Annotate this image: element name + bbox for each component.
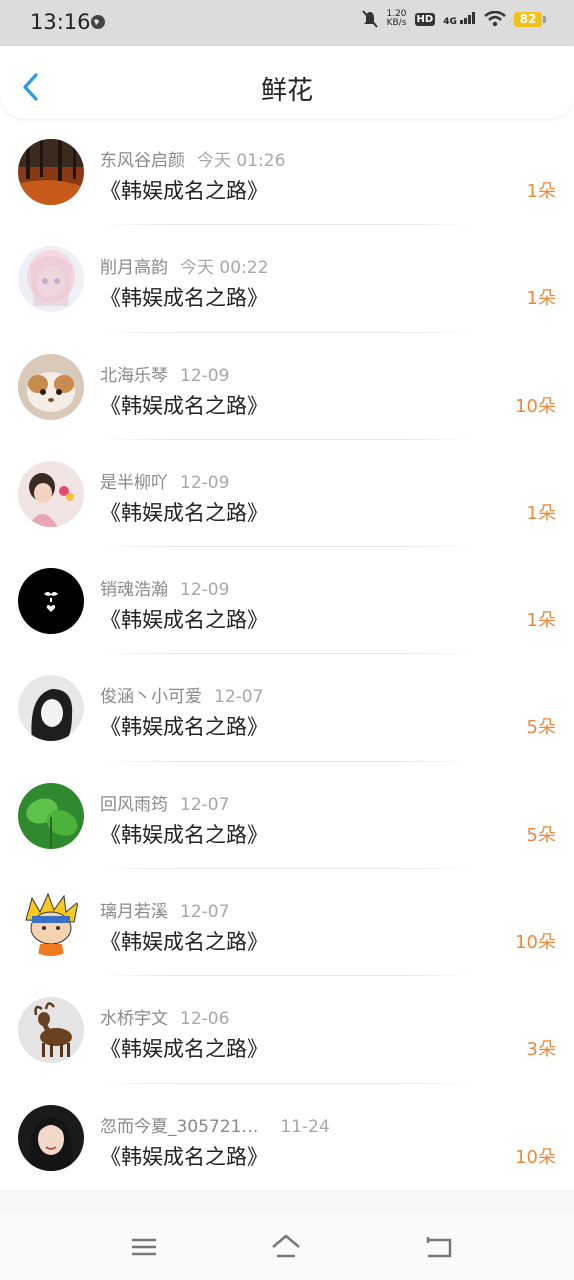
user-name: 回风雨筠	[100, 794, 168, 815]
menu-icon[interactable]	[129, 1232, 159, 1262]
status-time: 13:16	[30, 10, 91, 34]
book-title: 《韩娱成名之路》	[100, 286, 268, 311]
globe-icon	[91, 15, 105, 29]
user-name: 水桥宇文	[100, 1009, 168, 1030]
status-icons: 1.20 KB/s HD 4G 82	[362, 10, 546, 28]
item-meta: 回风雨筠 12-07	[100, 790, 229, 815]
page-title: 鲜花	[260, 76, 313, 106]
flower-count: 5朵	[526, 717, 556, 739]
list-item[interactable]: 北海乐琴 12-09 《韩娱成名之路》 10朵	[0, 333, 574, 440]
signal-4g: 4G	[443, 11, 476, 27]
item-date: 11-24	[280, 1116, 330, 1137]
signal-label: 4G	[443, 16, 457, 27]
user-name: 忽而今夏_305721…	[100, 1116, 259, 1137]
mute-bell-icon	[362, 10, 379, 28]
status-bar: 13:16 1.20 KB/s HD 4G 82	[0, 0, 574, 46]
flower-count: 10朵	[515, 1146, 556, 1168]
system-nav-bar	[0, 1212, 574, 1280]
flower-count: 10朵	[515, 932, 556, 954]
avatar[interactable]	[18, 890, 84, 957]
user-name: 销魂浩瀚	[100, 580, 168, 601]
user-name: 俊涵丶小可爱	[100, 687, 202, 708]
list-item[interactable]: 忽而今夏_305721… 11-24 《韩娱成名之路》 10朵	[0, 1084, 574, 1191]
item-date: 今天 01:26	[197, 151, 286, 171]
app-header: 鲜花	[0, 46, 574, 118]
user-name: 璃月若溪	[100, 902, 168, 923]
item-date: 今天 00:22	[180, 258, 269, 279]
flower-list: 东风谷启颜 今天 01:26 《韩娱成名之路》 1朵 削月高韵 今天 00:22 《…	[0, 118, 574, 1191]
wifi-icon	[484, 11, 506, 27]
flower-count: 3朵	[526, 1039, 556, 1061]
signal-bars-icon	[460, 11, 475, 24]
item-meta: 东风谷启颜 今天 01:26	[100, 146, 285, 171]
user-name: 北海乐琴	[100, 365, 168, 386]
item-date: 12-06	[180, 1009, 230, 1030]
flower-count: 1朵	[526, 288, 556, 310]
avatar[interactable]	[18, 1104, 84, 1171]
battery-indicator: 82	[514, 11, 546, 27]
list-item[interactable]: 水桥宇文 12-06 《韩娱成名之路》 3朵	[0, 976, 574, 1084]
flower-count: 1朵	[526, 610, 556, 632]
item-date: 12-07	[214, 687, 264, 708]
avatar[interactable]	[18, 675, 84, 742]
item-date: 12-07	[180, 794, 230, 815]
item-date: 12-09	[180, 472, 230, 493]
list-bottom-fade	[0, 1190, 574, 1212]
item-meta: 俊涵丶小可爱 12-07	[100, 682, 263, 707]
avatar[interactable]	[18, 246, 84, 313]
book-title: 《韩娱成名之路》	[100, 500, 268, 525]
flower-count: 1朵	[526, 502, 556, 524]
item-meta: 销魂浩瀚 12-09	[100, 575, 229, 600]
home-icon[interactable]	[271, 1232, 301, 1262]
avatar[interactable]	[18, 997, 84, 1064]
item-meta: 削月高韵 今天 00:22	[100, 253, 268, 278]
user-name: 是半柳吖	[100, 472, 168, 493]
avatar[interactable]	[18, 139, 84, 205]
avatar[interactable]	[18, 568, 84, 635]
list-item[interactable]: 东风谷启颜 今天 01:26 《韩娱成名之路》 1朵	[0, 118, 574, 226]
list-item[interactable]: 璃月若溪 12-07 《韩娱成名之路》 10朵	[0, 869, 574, 977]
book-title: 《韩娱成名之路》	[100, 1144, 268, 1169]
avatar[interactable]	[18, 782, 84, 849]
book-title: 《韩娱成名之路》	[100, 715, 268, 740]
item-date: 12-07	[180, 902, 230, 923]
book-title: 《韩娱成名之路》	[100, 930, 268, 955]
list-item[interactable]: 回风雨筠 12-07 《韩娱成名之路》 5朵	[0, 762, 574, 870]
flower-count: 5朵	[526, 824, 556, 846]
book-title: 《韩娱成名之路》	[100, 608, 268, 633]
book-title: 《韩娱成名之路》	[100, 179, 268, 203]
hd-badge: HD	[414, 12, 436, 26]
user-name: 削月高韵	[100, 258, 168, 279]
book-title: 《韩娱成名之路》	[100, 822, 268, 847]
list-item[interactable]: 削月高韵 今天 00:22 《韩娱成名之路》 1朵	[0, 225, 574, 333]
book-title: 《韩娱成名之路》	[100, 1037, 268, 1062]
flower-count: 10朵	[515, 395, 556, 417]
item-meta: 北海乐琴 12-09	[100, 361, 229, 386]
book-title: 《韩娱成名之路》	[100, 393, 268, 418]
item-date: 12-09	[180, 580, 230, 601]
net-speed-unit: KB/s	[386, 18, 407, 28]
item-meta: 璃月若溪 12-07	[100, 897, 229, 922]
item-date: 12-09	[180, 365, 230, 386]
flower-count: 1朵	[526, 181, 556, 202]
list-item[interactable]: 销魂浩瀚 12-09 《韩娱成名之路》 1朵	[0, 547, 574, 655]
avatar[interactable]	[18, 460, 84, 527]
back-nav-icon[interactable]	[424, 1232, 454, 1262]
item-meta: 水桥宇文 12-06	[100, 1004, 229, 1029]
list-item[interactable]: 是半柳吖 12-09 《韩娱成名之路》 1朵	[0, 440, 574, 548]
user-name: 东风谷启颜	[100, 151, 185, 171]
item-meta: 忽而今夏_305721… 11-24	[100, 1112, 330, 1137]
avatar[interactable]	[18, 353, 84, 420]
net-speed: 1.20 KB/s	[386, 10, 406, 28]
list-item[interactable]: 俊涵丶小可爱 12-07 《韩娱成名之路》 5朵	[0, 654, 574, 762]
item-meta: 是半柳吖 12-09	[100, 468, 229, 493]
